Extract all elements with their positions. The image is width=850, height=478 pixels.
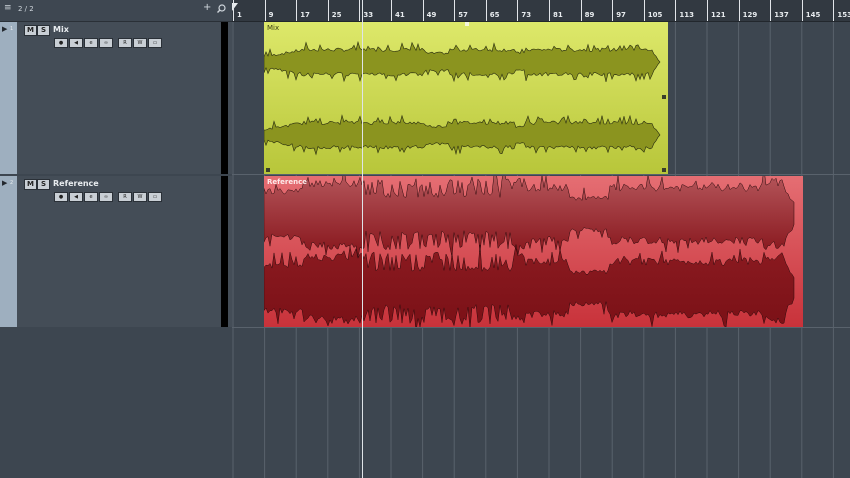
ruler-label: 137 — [774, 11, 789, 19]
arrange-area[interactable]: Mix Reference — [232, 22, 850, 478]
ruler-label: 65 — [489, 11, 500, 19]
clip-name: Mix — [267, 24, 280, 32]
read-automation-button[interactable]: R — [118, 192, 132, 202]
link-button[interactable]: ∞ — [99, 192, 113, 202]
ruler-label: 41 — [395, 11, 405, 19]
ruler-label: 9 — [268, 11, 274, 19]
track-expand-icon[interactable]: ▶ — [2, 179, 7, 187]
audio-clip-reference[interactable]: Reference — [264, 176, 803, 327]
track-count: 2 / 2 — [18, 5, 34, 13]
ruler-label: 153 — [837, 11, 850, 19]
mute-button[interactable]: M — [24, 25, 37, 36]
ruler-label: 89 — [584, 11, 595, 19]
track-mix[interactable]: ▶ 1 M S Mix ● ◀ e ∞ R W ▭ — [0, 22, 232, 174]
add-track-button[interactable]: + — [203, 2, 211, 13]
ruler-label: 49 — [426, 11, 437, 19]
ruler-label: 113 — [679, 11, 695, 19]
ruler-tick — [770, 0, 772, 21]
lane-button[interactable]: ▭ — [148, 38, 162, 48]
ruler-tick — [296, 0, 298, 21]
record-enable-button[interactable]: ● — [54, 192, 68, 202]
clip-handle[interactable] — [266, 168, 270, 172]
ruler-label: 25 — [331, 11, 342, 19]
link-button[interactable]: ∞ — [99, 38, 113, 48]
ruler-tick — [422, 0, 424, 21]
write-automation-button[interactable]: W — [133, 192, 147, 202]
clip-volume-handle[interactable] — [465, 22, 469, 26]
track-name[interactable]: Reference — [53, 179, 99, 188]
ruler-tick — [833, 0, 835, 21]
ruler-label: 33 — [363, 11, 374, 19]
ruler-tick — [233, 0, 234, 21]
waveform — [264, 22, 668, 174]
track-expand-icon[interactable]: ▶ — [2, 25, 7, 33]
ruler-tick — [738, 0, 740, 21]
track-color-bar — [0, 22, 17, 174]
level-meter — [221, 22, 228, 174]
ruler-label: 1 — [237, 11, 242, 19]
ruler-tick — [801, 0, 803, 21]
ruler-label: 73 — [521, 11, 532, 19]
track-number: 1 — [10, 26, 14, 32]
ruler-label: 57 — [458, 11, 468, 19]
playhead-cursor[interactable] — [362, 0, 363, 478]
ruler-tick — [391, 0, 392, 21]
clip-name: Reference — [267, 178, 308, 186]
track-reference[interactable]: ▶ 2 M S Reference ● ◀ e ∞ R W ▭ — [0, 176, 232, 327]
read-automation-button[interactable]: R — [118, 38, 132, 48]
level-meter — [221, 176, 228, 327]
menu-icon[interactable]: ≡ — [4, 3, 12, 13]
ruler-tick — [707, 0, 708, 21]
ruler-label: 17 — [300, 11, 310, 19]
waveform — [264, 176, 803, 327]
solo-button[interactable]: S — [37, 25, 50, 36]
mute-button[interactable]: M — [24, 179, 37, 190]
ruler-label: 81 — [553, 11, 563, 19]
record-enable-button[interactable]: ● — [54, 38, 68, 48]
write-automation-button[interactable]: W — [133, 38, 147, 48]
ruler-tick — [612, 0, 614, 21]
ruler-label: 145 — [805, 11, 821, 19]
ruler-tick — [517, 0, 519, 21]
ruler-label: 97 — [616, 11, 626, 19]
ruler-tick — [675, 0, 677, 21]
ruler-label: 129 — [742, 11, 758, 19]
empty-track-area[interactable] — [0, 328, 232, 478]
ruler-label: 105 — [647, 11, 663, 19]
audio-clip-mix[interactable]: Mix — [264, 22, 668, 174]
track-number: 2 — [10, 180, 14, 186]
track-color-bar — [0, 176, 17, 327]
ruler-label: 121 — [711, 11, 726, 19]
track-name[interactable]: Mix — [53, 25, 69, 34]
edit-button[interactable]: e — [84, 192, 98, 202]
ruler-tick — [643, 0, 645, 21]
ruler-tick — [454, 0, 456, 21]
edit-button[interactable]: e — [84, 38, 98, 48]
ruler-tick — [485, 0, 487, 21]
ruler-tick — [580, 0, 582, 21]
ruler-tick — [327, 0, 329, 21]
clip-volume-handle[interactable] — [662, 95, 666, 99]
ruler-tick — [359, 0, 361, 21]
search-icon[interactable] — [217, 4, 226, 15]
ruler-tick — [264, 0, 266, 21]
monitor-button[interactable]: ◀ — [69, 38, 83, 48]
lane-button[interactable]: ▭ — [148, 192, 162, 202]
track-list-header: ≡ 2 / 2 + — [0, 0, 232, 22]
monitor-button[interactable]: ◀ — [69, 192, 83, 202]
solo-button[interactable]: S — [37, 179, 50, 190]
ruler-tick — [549, 0, 550, 21]
clip-handle[interactable] — [662, 168, 666, 172]
timeline-ruler[interactable]: 1 9 17 25 33 41 49 57 65 73 81 89 97 105 113 121 129 137 1… — [232, 0, 850, 22]
